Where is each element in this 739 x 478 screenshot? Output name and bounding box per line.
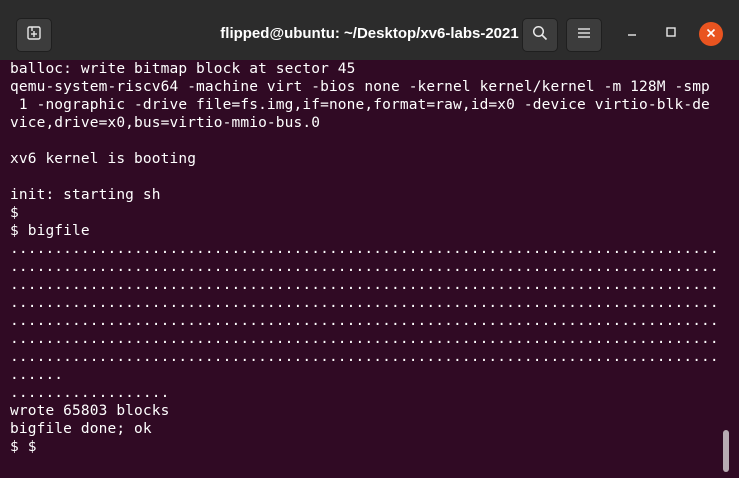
terminal-line: wrote 65803 blocks [10,403,170,419]
menu-button[interactable] [566,18,602,52]
terminal-line: ........................................… [10,241,719,257]
terminal-line: ........................................… [10,331,719,347]
maximize-button[interactable] [659,22,683,46]
new-tab-button[interactable] [16,18,52,52]
terminal-line: .................. [10,385,170,401]
terminal-line: ........................................… [10,295,719,311]
title-bar[interactable]: flipped@ubuntu: ~/Desktop/xv6-labs-2021 [0,0,739,61]
terminal-line: $ [10,205,19,221]
terminal-line: ...... [10,367,64,383]
maximize-icon [665,25,677,43]
terminal-prompt-line: $ $ [10,438,49,456]
terminal-line: bigfile done; ok [10,421,152,437]
close-button[interactable] [699,22,723,46]
text-cursor [40,438,49,454]
terminal-line: 1 -nographic -drive file=fs.img,if=none,… [10,97,710,113]
terminal-line: $ bigfile [10,223,90,239]
minimize-button[interactable] [620,22,644,46]
hamburger-menu-icon [577,26,591,45]
new-tab-icon [26,25,42,46]
terminal-output[interactable]: balloc: write bitmap block at sector 45 … [0,60,739,478]
terminal-line: qemu-system-riscv64 -machine virt -bios … [10,79,710,95]
minimize-icon [626,25,638,43]
terminal-line: ........................................… [10,277,719,293]
terminal-line: vice,drive=x0,bus=virtio-mmio-bus.0 [10,115,321,131]
terminal-line: init: starting sh [10,187,161,203]
search-icon [532,25,548,46]
terminal-line: xv6 kernel is booting [10,151,197,167]
terminal-window: flipped@ubuntu: ~/Desktop/xv6-labs-2021 [0,0,739,478]
terminal-line: balloc: write bitmap block at sector 45 [10,61,356,77]
close-icon [706,25,716,43]
terminal-line: ........................................… [10,259,719,275]
terminal-line: ........................................… [10,313,719,329]
prompt-text: $ $ [10,439,37,455]
terminal-line: ........................................… [10,349,719,365]
search-button[interactable] [522,18,558,52]
scrollbar-thumb[interactable] [723,430,729,472]
